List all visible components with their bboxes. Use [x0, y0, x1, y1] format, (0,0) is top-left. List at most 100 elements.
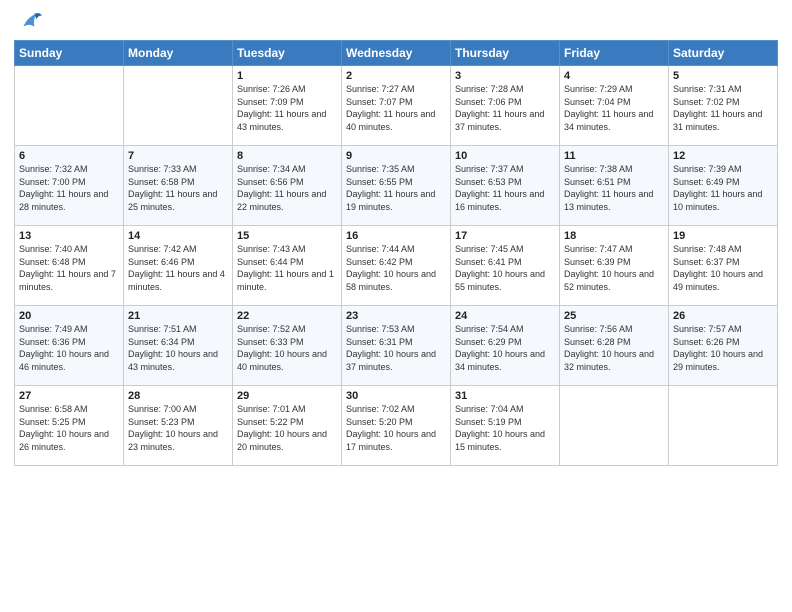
- day-number: 12: [673, 150, 773, 162]
- day-number: 4: [564, 70, 664, 82]
- calendar-cell: 12Sunrise: 7:39 AM Sunset: 6:49 PM Dayli…: [669, 146, 778, 226]
- cell-content: Sunrise: 7:28 AM Sunset: 7:06 PM Dayligh…: [455, 83, 555, 133]
- calendar-cell: 30Sunrise: 7:02 AM Sunset: 5:20 PM Dayli…: [342, 386, 451, 466]
- week-row-1: 6Sunrise: 7:32 AM Sunset: 7:00 PM Daylig…: [15, 146, 778, 226]
- cell-content: Sunrise: 7:43 AM Sunset: 6:44 PM Dayligh…: [237, 243, 337, 293]
- calendar-cell: 26Sunrise: 7:57 AM Sunset: 6:26 PM Dayli…: [669, 306, 778, 386]
- day-number: 8: [237, 150, 337, 162]
- day-number: 20: [19, 310, 119, 322]
- cell-content: Sunrise: 7:34 AM Sunset: 6:56 PM Dayligh…: [237, 163, 337, 213]
- cell-content: Sunrise: 7:48 AM Sunset: 6:37 PM Dayligh…: [673, 243, 773, 293]
- logo-bird-icon: [14, 10, 42, 34]
- day-number: 30: [346, 390, 446, 402]
- calendar-cell: 25Sunrise: 7:56 AM Sunset: 6:28 PM Dayli…: [560, 306, 669, 386]
- calendar-cell: 29Sunrise: 7:01 AM Sunset: 5:22 PM Dayli…: [233, 386, 342, 466]
- calendar-cell: 9Sunrise: 7:35 AM Sunset: 6:55 PM Daylig…: [342, 146, 451, 226]
- day-number: 28: [128, 390, 228, 402]
- day-number: 19: [673, 230, 773, 242]
- calendar-cell: [15, 66, 124, 146]
- calendar-cell: 31Sunrise: 7:04 AM Sunset: 5:19 PM Dayli…: [451, 386, 560, 466]
- calendar-cell: [124, 66, 233, 146]
- day-number: 1: [237, 70, 337, 82]
- calendar-cell: 24Sunrise: 7:54 AM Sunset: 6:29 PM Dayli…: [451, 306, 560, 386]
- cell-content: Sunrise: 7:39 AM Sunset: 6:49 PM Dayligh…: [673, 163, 773, 213]
- calendar-cell: 18Sunrise: 7:47 AM Sunset: 6:39 PM Dayli…: [560, 226, 669, 306]
- day-number: 26: [673, 310, 773, 322]
- cell-content: Sunrise: 6:58 AM Sunset: 5:25 PM Dayligh…: [19, 403, 119, 453]
- header: [14, 10, 778, 34]
- calendar-cell: 21Sunrise: 7:51 AM Sunset: 6:34 PM Dayli…: [124, 306, 233, 386]
- day-number: 29: [237, 390, 337, 402]
- cell-content: Sunrise: 7:26 AM Sunset: 7:09 PM Dayligh…: [237, 83, 337, 133]
- calendar-cell: 1Sunrise: 7:26 AM Sunset: 7:09 PM Daylig…: [233, 66, 342, 146]
- calendar-cell: 13Sunrise: 7:40 AM Sunset: 6:48 PM Dayli…: [15, 226, 124, 306]
- cell-content: Sunrise: 7:57 AM Sunset: 6:26 PM Dayligh…: [673, 323, 773, 373]
- header-cell-wednesday: Wednesday: [342, 41, 451, 66]
- header-row: SundayMondayTuesdayWednesdayThursdayFrid…: [15, 41, 778, 66]
- cell-content: Sunrise: 7:32 AM Sunset: 7:00 PM Dayligh…: [19, 163, 119, 213]
- cell-content: Sunrise: 7:53 AM Sunset: 6:31 PM Dayligh…: [346, 323, 446, 373]
- cell-content: Sunrise: 7:51 AM Sunset: 6:34 PM Dayligh…: [128, 323, 228, 373]
- day-number: 10: [455, 150, 555, 162]
- calendar-cell: [669, 386, 778, 466]
- day-number: 23: [346, 310, 446, 322]
- calendar-cell: 15Sunrise: 7:43 AM Sunset: 6:44 PM Dayli…: [233, 226, 342, 306]
- cell-content: Sunrise: 7:27 AM Sunset: 7:07 PM Dayligh…: [346, 83, 446, 133]
- cell-content: Sunrise: 7:37 AM Sunset: 6:53 PM Dayligh…: [455, 163, 555, 213]
- logo: [14, 10, 46, 34]
- calendar-cell: [560, 386, 669, 466]
- calendar-page: SundayMondayTuesdayWednesdayThursdayFrid…: [0, 0, 792, 612]
- header-cell-monday: Monday: [124, 41, 233, 66]
- day-number: 27: [19, 390, 119, 402]
- cell-content: Sunrise: 7:38 AM Sunset: 6:51 PM Dayligh…: [564, 163, 664, 213]
- calendar-cell: 4Sunrise: 7:29 AM Sunset: 7:04 PM Daylig…: [560, 66, 669, 146]
- cell-content: Sunrise: 7:00 AM Sunset: 5:23 PM Dayligh…: [128, 403, 228, 453]
- day-number: 24: [455, 310, 555, 322]
- day-number: 9: [346, 150, 446, 162]
- cell-content: Sunrise: 7:02 AM Sunset: 5:20 PM Dayligh…: [346, 403, 446, 453]
- cell-content: Sunrise: 7:35 AM Sunset: 6:55 PM Dayligh…: [346, 163, 446, 213]
- day-number: 25: [564, 310, 664, 322]
- calendar-cell: 7Sunrise: 7:33 AM Sunset: 6:58 PM Daylig…: [124, 146, 233, 226]
- cell-content: Sunrise: 7:04 AM Sunset: 5:19 PM Dayligh…: [455, 403, 555, 453]
- day-number: 21: [128, 310, 228, 322]
- cell-content: Sunrise: 7:45 AM Sunset: 6:41 PM Dayligh…: [455, 243, 555, 293]
- calendar-cell: 17Sunrise: 7:45 AM Sunset: 6:41 PM Dayli…: [451, 226, 560, 306]
- cell-content: Sunrise: 7:44 AM Sunset: 6:42 PM Dayligh…: [346, 243, 446, 293]
- cell-content: Sunrise: 7:49 AM Sunset: 6:36 PM Dayligh…: [19, 323, 119, 373]
- cell-content: Sunrise: 7:40 AM Sunset: 6:48 PM Dayligh…: [19, 243, 119, 293]
- calendar-cell: 22Sunrise: 7:52 AM Sunset: 6:33 PM Dayli…: [233, 306, 342, 386]
- calendar-cell: 3Sunrise: 7:28 AM Sunset: 7:06 PM Daylig…: [451, 66, 560, 146]
- cell-content: Sunrise: 7:56 AM Sunset: 6:28 PM Dayligh…: [564, 323, 664, 373]
- day-number: 14: [128, 230, 228, 242]
- day-number: 17: [455, 230, 555, 242]
- calendar-cell: 27Sunrise: 6:58 AM Sunset: 5:25 PM Dayli…: [15, 386, 124, 466]
- day-number: 31: [455, 390, 555, 402]
- calendar-cell: 19Sunrise: 7:48 AM Sunset: 6:37 PM Dayli…: [669, 226, 778, 306]
- day-number: 5: [673, 70, 773, 82]
- calendar-table: SundayMondayTuesdayWednesdayThursdayFrid…: [14, 40, 778, 466]
- day-number: 6: [19, 150, 119, 162]
- week-row-4: 27Sunrise: 6:58 AM Sunset: 5:25 PM Dayli…: [15, 386, 778, 466]
- day-number: 7: [128, 150, 228, 162]
- cell-content: Sunrise: 7:29 AM Sunset: 7:04 PM Dayligh…: [564, 83, 664, 133]
- cell-content: Sunrise: 7:52 AM Sunset: 6:33 PM Dayligh…: [237, 323, 337, 373]
- week-row-3: 20Sunrise: 7:49 AM Sunset: 6:36 PM Dayli…: [15, 306, 778, 386]
- day-number: 11: [564, 150, 664, 162]
- cell-content: Sunrise: 7:31 AM Sunset: 7:02 PM Dayligh…: [673, 83, 773, 133]
- calendar-cell: 10Sunrise: 7:37 AM Sunset: 6:53 PM Dayli…: [451, 146, 560, 226]
- header-cell-sunday: Sunday: [15, 41, 124, 66]
- cell-content: Sunrise: 7:42 AM Sunset: 6:46 PM Dayligh…: [128, 243, 228, 293]
- calendar-cell: 8Sunrise: 7:34 AM Sunset: 6:56 PM Daylig…: [233, 146, 342, 226]
- header-cell-friday: Friday: [560, 41, 669, 66]
- calendar-cell: 14Sunrise: 7:42 AM Sunset: 6:46 PM Dayli…: [124, 226, 233, 306]
- day-number: 18: [564, 230, 664, 242]
- day-number: 13: [19, 230, 119, 242]
- day-number: 3: [455, 70, 555, 82]
- calendar-cell: 6Sunrise: 7:32 AM Sunset: 7:00 PM Daylig…: [15, 146, 124, 226]
- day-number: 22: [237, 310, 337, 322]
- calendar-cell: 11Sunrise: 7:38 AM Sunset: 6:51 PM Dayli…: [560, 146, 669, 226]
- cell-content: Sunrise: 7:01 AM Sunset: 5:22 PM Dayligh…: [237, 403, 337, 453]
- week-row-0: 1Sunrise: 7:26 AM Sunset: 7:09 PM Daylig…: [15, 66, 778, 146]
- cell-content: Sunrise: 7:54 AM Sunset: 6:29 PM Dayligh…: [455, 323, 555, 373]
